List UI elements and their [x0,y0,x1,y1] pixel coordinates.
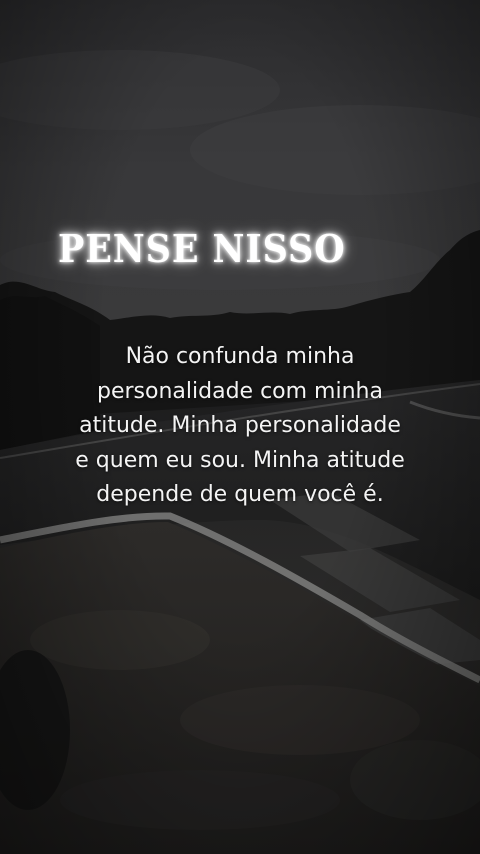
quote-line: Não confunda minha [125,344,355,369]
quote-line: atitude. Minha personalidade [79,413,401,438]
quote-line: personalidade com minha [97,378,383,404]
quote-line: e quem eu sou. Minha atitude [75,447,405,473]
headline-title: PENSE NISSO [58,226,346,271]
quote-text: Não confunda minha personalidade com min… [40,340,440,513]
story-background: PENSE NISSO Não confunda minha personali… [0,0,480,854]
quote-line: depende de quem você é. [96,482,384,507]
